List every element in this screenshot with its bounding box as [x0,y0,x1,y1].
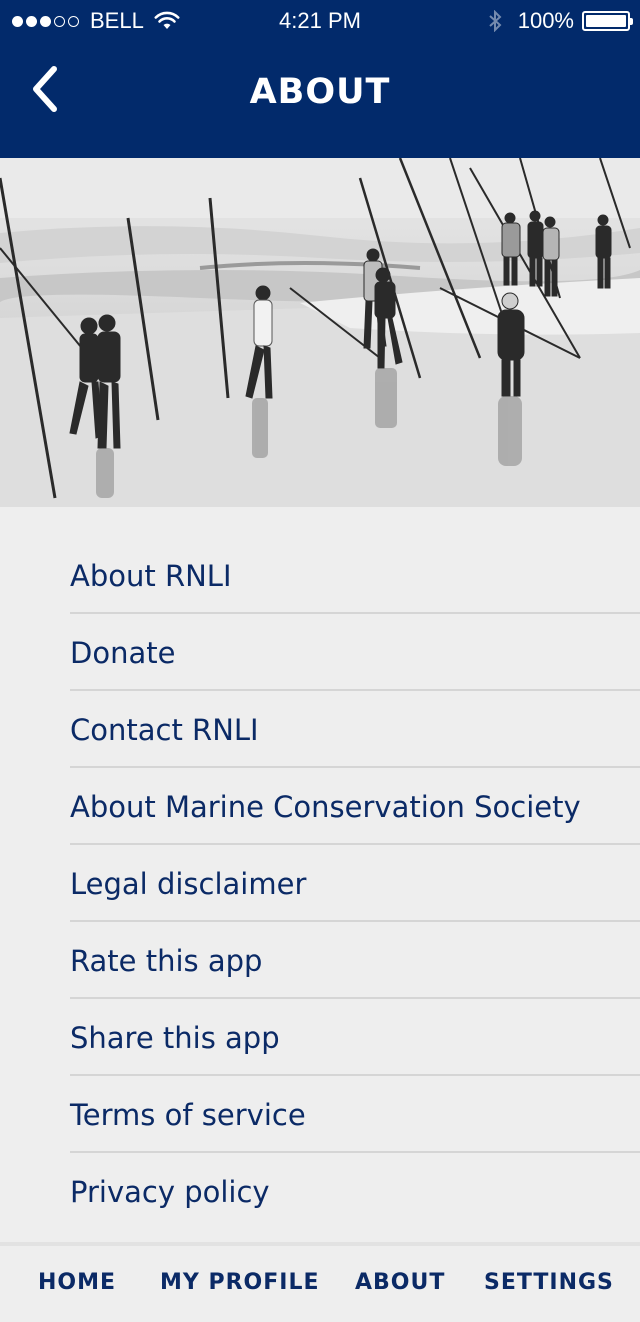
menu-item-about-mcs[interactable]: About Marine Conservation Society [70,768,640,845]
menu-item-label: Legal disclaimer [70,867,307,901]
menu-item-contact-rnli[interactable]: Contact RNLI [70,691,640,768]
menu-item-label: Privacy policy [70,1175,270,1209]
menu-item-label: Rate this app [70,944,263,978]
status-right: 100% [488,8,633,34]
menu-item-label: Donate [70,636,176,670]
menu-item-donate[interactable]: Donate [70,614,640,691]
header-bar: BELL 4:21 PM 100% ABOUT [0,0,640,158]
menu-item-terms-of-service[interactable]: Terms of service [70,1076,640,1153]
hero-image [0,158,640,507]
menu-item-label: About Marine Conservation Society [70,790,581,824]
menu-item-label: Terms of service [70,1098,306,1132]
battery-percentage: 100% [517,8,574,33]
tab-settings[interactable]: SETTINGS [484,1270,614,1295]
menu-item-share-app[interactable]: Share this app [70,999,640,1076]
tab-my-profile[interactable]: MY PROFILE [160,1270,320,1295]
menu-item-legal-disclaimer[interactable]: Legal disclaimer [70,845,640,922]
battery-fill [586,15,626,27]
menu-item-about-rnli[interactable]: About RNLI [70,537,640,614]
menu-item-label: Contact RNLI [70,713,259,747]
menu-item-privacy-policy[interactable]: Privacy policy [70,1153,640,1230]
bluetooth-icon [489,10,502,32]
status-bar: BELL 4:21 PM 100% [0,0,640,40]
tab-about[interactable]: ABOUT [355,1270,445,1295]
page-title: ABOUT [249,72,391,112]
battery-icon [582,11,633,31]
menu-item-label: About RNLI [70,559,232,593]
bottom-tab-bar: HOME MY PROFILE ABOUT SETTINGS [0,1242,640,1322]
tab-home[interactable]: HOME [38,1270,116,1295]
menu-item-rate-app[interactable]: Rate this app [70,922,640,999]
menu-item-label: Share this app [70,1021,280,1055]
about-menu: About RNLI Donate Contact RNLI About Mar… [0,537,640,1230]
beach-fishing-photo [0,158,640,507]
